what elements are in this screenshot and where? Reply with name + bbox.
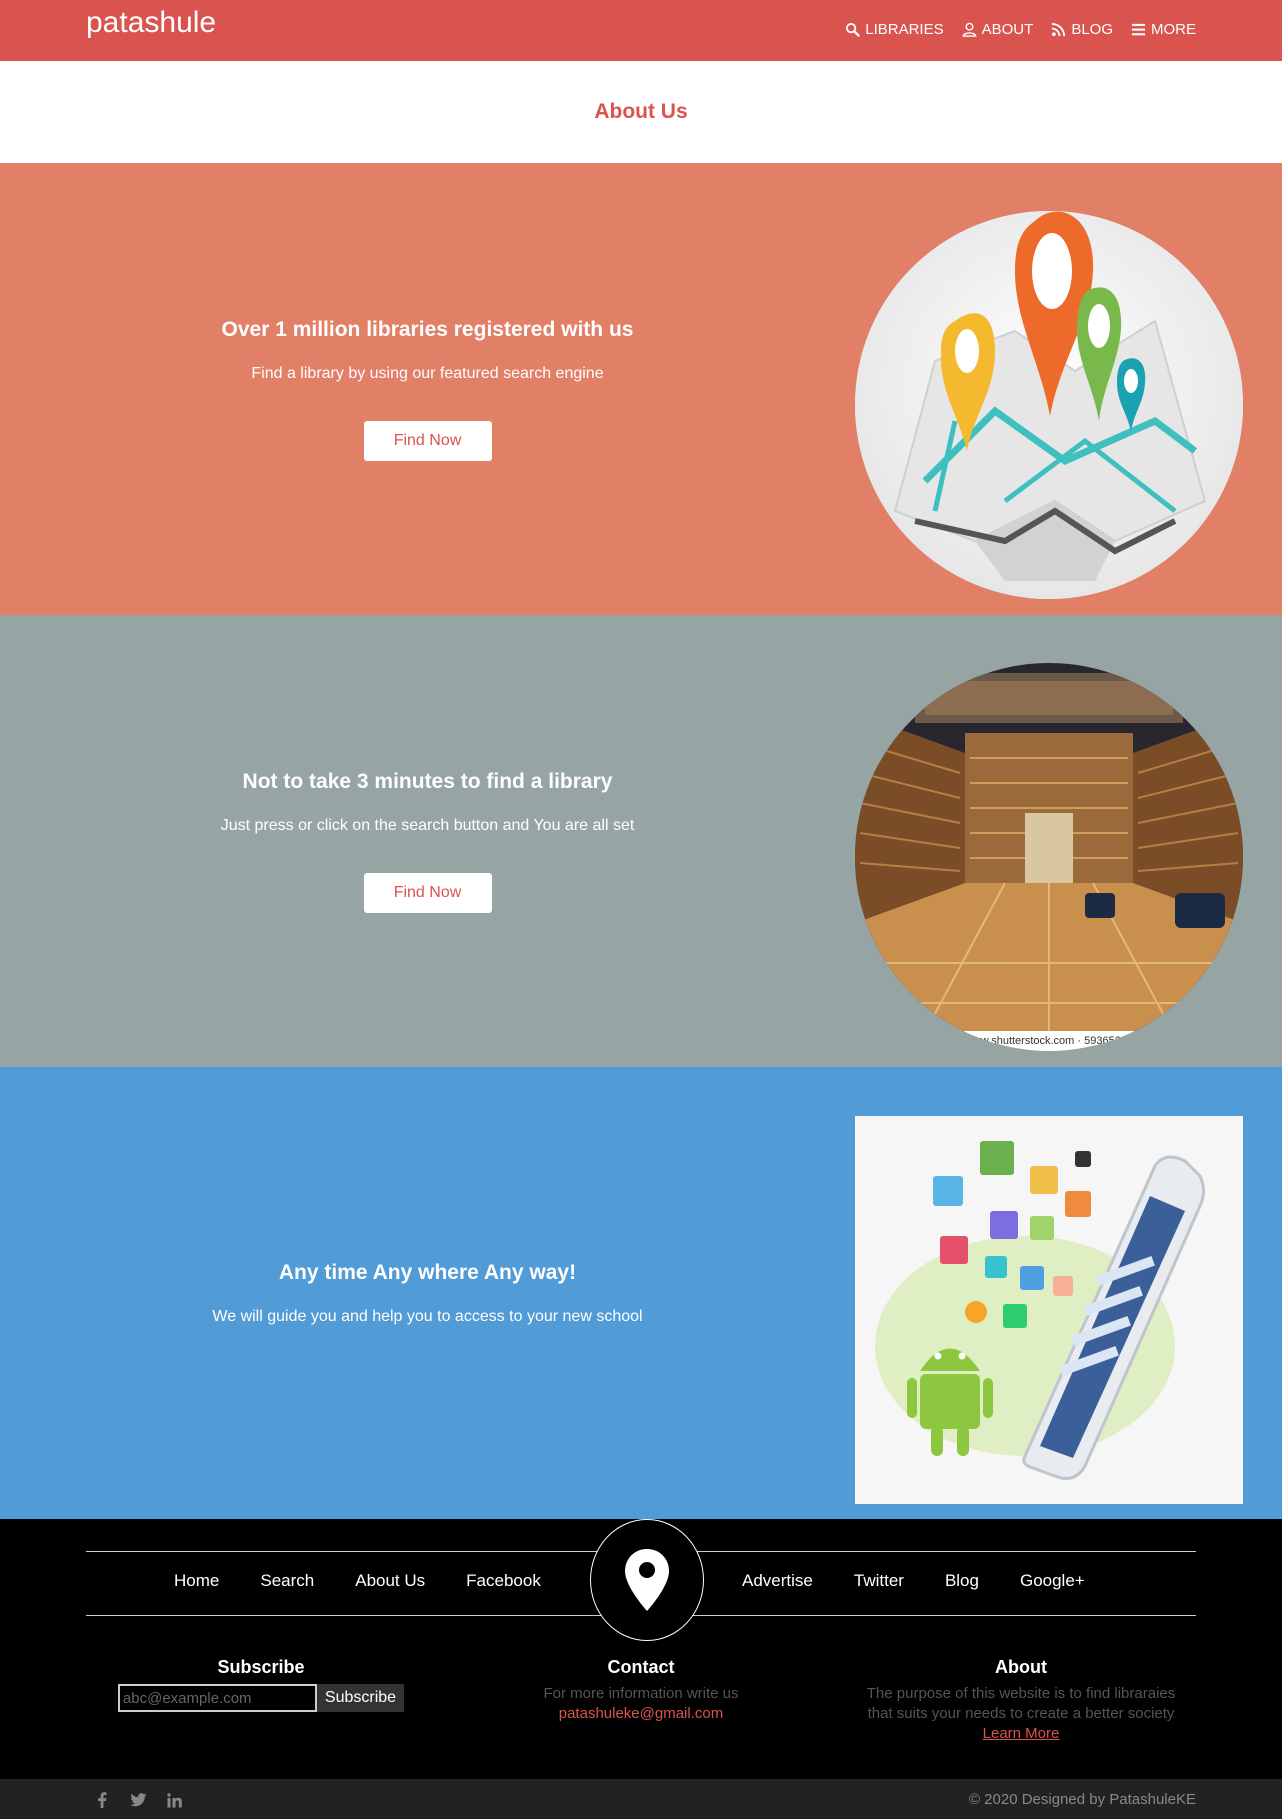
bottom-bar: © 2020 Designed by PatashuleKE <box>0 1779 1282 1819</box>
feature-section-speed: Not to take 3 minutes to find a library … <box>0 615 1282 1067</box>
learn-more-link[interactable]: Learn More <box>983 1725 1060 1742</box>
contact-title: Contact <box>607 1657 675 1677</box>
footer-link-twitter[interactable]: Twitter <box>854 1571 904 1591</box>
footer-link-home[interactable]: Home <box>174 1571 219 1591</box>
map-pins-illustration <box>855 211 1243 599</box>
library-interior-photo: www.shutterstock.com · 59365233 <box>855 663 1243 1051</box>
nav-about-label: ABOUT <box>981 21 1034 38</box>
image-watermark: www.shutterstock.com · 59365233 <box>964 1035 1134 1047</box>
find-now-button[interactable]: Find Now <box>363 420 492 461</box>
facebook-icon[interactable] <box>92 1791 112 1809</box>
subscribe-email-input[interactable] <box>117 1684 317 1712</box>
page-title: About Us <box>594 100 688 123</box>
nav-more[interactable]: MORE <box>1131 21 1196 38</box>
map-pin-icon <box>625 1549 669 1611</box>
copyright-text: © 2020 Designed by PatashuleKE <box>968 1791 1196 1808</box>
footer-link-about-us[interactable]: About Us <box>355 1571 425 1591</box>
subscribe-column: Subscribe Subscribe <box>86 1657 436 1712</box>
top-navbar: patashule LIBRARIES ABOUT BLOG MORE <box>0 0 1282 61</box>
subscribe-form: Subscribe <box>86 1684 436 1712</box>
contact-email-link[interactable]: patashuleke@gmail.com <box>559 1705 723 1722</box>
feature-section-anytime: Any time Any where Any way! We will guid… <box>0 1067 1282 1519</box>
linkedin-icon[interactable] <box>164 1791 184 1809</box>
smartphone-apps-illustration <box>855 1116 1243 1504</box>
footer-link-advertise[interactable]: Advertise <box>742 1571 813 1591</box>
menu-icon <box>1131 23 1146 36</box>
social-links <box>92 1791 184 1809</box>
nav-blog-label: BLOG <box>1071 21 1113 38</box>
subscribe-button[interactable]: Subscribe <box>316 1684 405 1712</box>
twitter-icon[interactable] <box>128 1791 148 1809</box>
footer-link-google-plus[interactable]: Google+ <box>1020 1571 1085 1591</box>
location-pin-badge <box>590 1519 704 1641</box>
nav-more-label: MORE <box>1151 21 1196 38</box>
footer-links-left: Home Search About Us Facebook <box>174 1571 582 1591</box>
feature-title: Not to take 3 minutes to find a library <box>242 769 613 793</box>
about-title: About <box>995 1657 1047 1677</box>
subscribe-title: Subscribe <box>217 1657 305 1677</box>
contact-text: For more information write us <box>543 1685 739 1702</box>
feature-description: We will guide you and help you to access… <box>212 1307 643 1325</box>
contact-column: Contact For more information write us pa… <box>466 1657 816 1724</box>
brand-logo[interactable]: patashule <box>86 6 216 40</box>
footer-links-right: Advertise Twitter Blog Google+ <box>742 1571 1126 1591</box>
footer-link-blog[interactable]: Blog <box>945 1571 979 1591</box>
find-now-button[interactable]: Find Now <box>363 872 492 913</box>
main-nav: LIBRARIES ABOUT BLOG MORE <box>845 21 1196 38</box>
nav-blog[interactable]: BLOG <box>1051 21 1113 38</box>
about-text-line1: The purpose of this website is to find l… <box>866 1685 1176 1702</box>
feature-description: Find a library by using our featured sea… <box>251 364 604 382</box>
about-text-line2: that suits your needs to create a better… <box>867 1705 1175 1722</box>
user-icon <box>962 22 977 37</box>
feature-description: Just press or click on the search button… <box>220 816 635 834</box>
about-column: About The purpose of this website is to … <box>846 1657 1196 1744</box>
rss-icon <box>1052 22 1066 37</box>
footer-link-facebook[interactable]: Facebook <box>466 1571 541 1591</box>
feature-section-libraries: Over 1 million libraries registered with… <box>0 163 1282 615</box>
feature-text: Over 1 million libraries registered with… <box>0 163 855 615</box>
feature-text: Not to take 3 minutes to find a library … <box>0 615 855 1067</box>
footer-link-search[interactable]: Search <box>260 1571 314 1591</box>
about-banner: About Us <box>0 61 1282 163</box>
nav-libraries-label: LIBRARIES <box>865 21 944 38</box>
nav-libraries[interactable]: LIBRARIES <box>845 21 944 38</box>
feature-title: Any time Any where Any way! <box>278 1260 577 1284</box>
feature-title: Over 1 million libraries registered with… <box>221 317 634 341</box>
nav-about[interactable]: ABOUT <box>962 21 1034 38</box>
search-icon <box>846 22 861 37</box>
feature-text: Any time Any where Any way! We will guid… <box>0 1067 855 1519</box>
site-footer: Home Search About Us Facebook Advertise … <box>0 1519 1282 1779</box>
